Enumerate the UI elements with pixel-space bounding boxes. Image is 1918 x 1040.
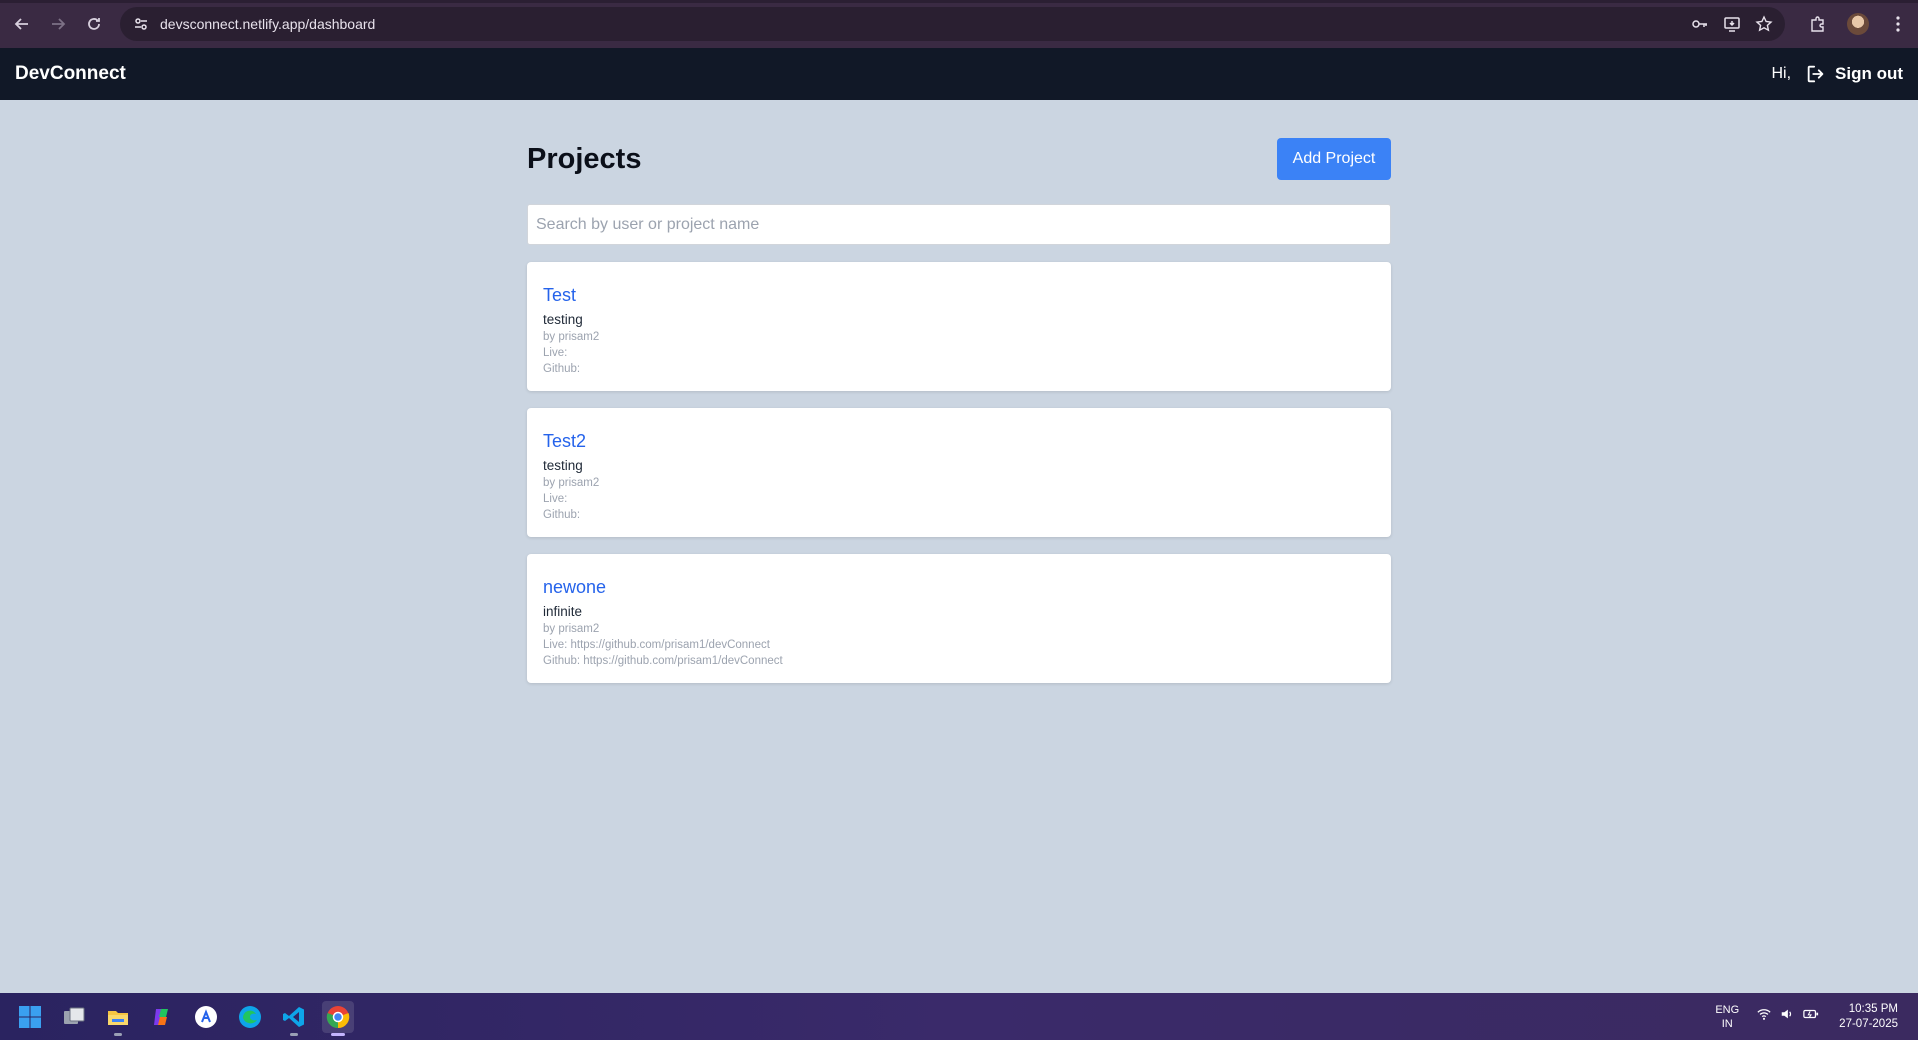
forward-arrow-icon: [52, 18, 66, 30]
profile-avatar[interactable]: [1846, 12, 1870, 36]
project-live-link: Live:: [543, 493, 568, 505]
project-description: testing: [543, 312, 583, 327]
project-github-link: Github:: [543, 363, 581, 375]
sign-out-button[interactable]: Sign out: [1805, 63, 1903, 85]
project-title-link[interactable]: Test: [543, 282, 1375, 308]
tab-strip: [0, 0, 1918, 3]
address-bar[interactable]: devsconnect.netlify.app/dashboard: [120, 7, 1785, 41]
project-title-link[interactable]: newone: [543, 574, 1375, 600]
project-description: testing: [543, 458, 583, 473]
copilot-icon[interactable]: [146, 1001, 178, 1033]
project-list: Test testing by prisam2 Live: Github: Te…: [527, 262, 1391, 683]
projects-section: Projects Add Project Test testing by pri…: [527, 138, 1391, 700]
back-button[interactable]: [4, 6, 40, 42]
project-card: newone infinite by prisam2 Live: https:/…: [527, 554, 1391, 683]
app-navbar: DevConnect Hi, Sign out: [0, 48, 1918, 100]
language-code: ENG: [1715, 1003, 1740, 1016]
sign-out-label: Sign out: [1835, 64, 1903, 83]
extensions-icon[interactable]: [1806, 12, 1830, 36]
wifi-icon[interactable]: [1757, 1007, 1771, 1026]
back-arrow-icon: [14, 18, 28, 30]
browser-toolbar: devsconnect.netlify.app/dashboard: [0, 0, 1918, 48]
search-input[interactable]: [527, 204, 1391, 245]
user-greeting: Hi,: [1771, 65, 1792, 82]
project-title-link[interactable]: Test2: [543, 428, 1375, 454]
project-github-link[interactable]: Github: https://github.com/prisam1/devCo…: [543, 653, 1375, 669]
reload-button[interactable]: [76, 6, 112, 42]
url-text[interactable]: devsconnect.netlify.app/dashboard: [160, 16, 375, 32]
add-project-button[interactable]: Add Project: [1277, 138, 1391, 180]
windows-taskbar: ENG IN 10:35 PM 27-07-2025: [0, 993, 1918, 1040]
project-card: Test2 testing by prisam2 Live: Github:: [527, 408, 1391, 537]
battery-icon[interactable]: [1803, 1007, 1819, 1026]
project-live-link[interactable]: Live: https://github.com/prisam1/devConn…: [543, 637, 1375, 653]
more-menu-icon[interactable]: [1886, 12, 1910, 36]
project-github-link: Github:: [543, 509, 581, 521]
brand-logo[interactable]: DevConnect: [15, 63, 126, 85]
project-author: by prisam2: [543, 623, 600, 635]
reload-icon: [88, 18, 100, 30]
clock-time: 10:35 PM: [1848, 1002, 1898, 1015]
install-app-icon[interactable]: [1721, 13, 1743, 35]
start-icon[interactable]: [14, 1001, 46, 1033]
sign-out-icon: [1807, 65, 1824, 83]
language-indicator[interactable]: ENG IN: [1715, 1003, 1739, 1031]
app-store-icon[interactable]: [190, 1001, 222, 1033]
file-explorer-icon[interactable]: [102, 1001, 134, 1036]
project-description: infinite: [543, 604, 583, 619]
clock-date: 27-07-2025: [1839, 1017, 1898, 1030]
system-clock[interactable]: 10:35 PM 27-07-2025: [1839, 1002, 1898, 1032]
site-info-icon[interactable]: [126, 9, 156, 39]
password-key-icon[interactable]: [1689, 13, 1711, 35]
region-code: IN: [1721, 1017, 1733, 1030]
edge-icon[interactable]: [234, 1001, 266, 1033]
vscode-icon[interactable]: [278, 1001, 310, 1036]
page-title: Projects: [527, 142, 642, 175]
volume-icon[interactable]: [1780, 1007, 1794, 1026]
project-card: Test testing by prisam2 Live: Github:: [527, 262, 1391, 391]
bookmark-star-icon[interactable]: [1753, 13, 1775, 35]
project-author: by prisam2: [543, 477, 600, 489]
project-author: by prisam2: [543, 331, 600, 343]
chrome-icon[interactable]: [322, 1000, 354, 1036]
task-view-icon[interactable]: [58, 1001, 90, 1033]
projects-header: Projects Add Project: [527, 138, 1391, 180]
forward-button[interactable]: [40, 6, 76, 42]
project-live-link: Live:: [543, 347, 568, 359]
